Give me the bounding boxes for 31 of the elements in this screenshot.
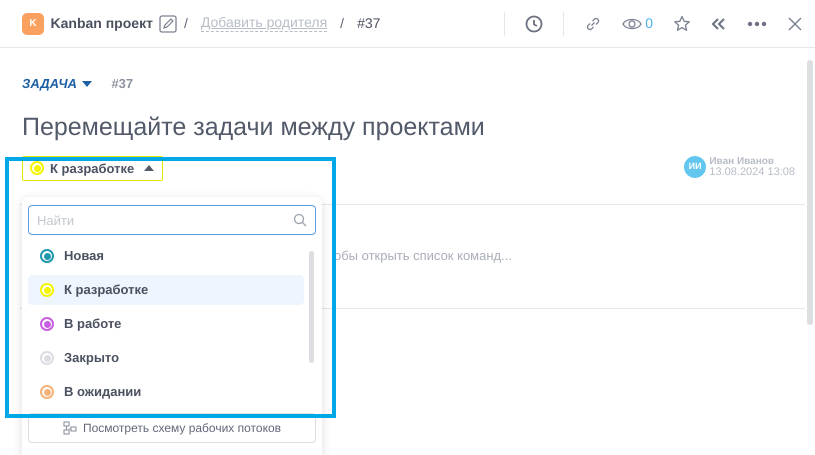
- breadcrumb-separator: /: [340, 14, 344, 33]
- status-option[interactable]: Закрыто: [28, 343, 304, 373]
- caret-icon: [82, 80, 92, 87]
- status-option[interactable]: В работе: [28, 309, 304, 339]
- watcher-count: 0: [645, 14, 653, 33]
- edit-icon[interactable]: [159, 14, 178, 32]
- more-icon[interactable]: [747, 20, 767, 26]
- search-icon: [293, 213, 307, 227]
- scrollbar[interactable]: [807, 60, 813, 325]
- status-option[interactable]: К разработке: [28, 275, 304, 305]
- scrollbar[interactable]: [309, 251, 314, 363]
- close-icon[interactable]: [787, 16, 803, 32]
- task-title[interactable]: Перемещайте задачи между проектами: [22, 112, 805, 142]
- task-number: #37: [357, 14, 380, 33]
- workflow-icon: [62, 421, 77, 435]
- project-link[interactable]: Kanban проект: [50, 13, 153, 34]
- task-type-dropdown[interactable]: ЗАДАЧА: [22, 74, 92, 94]
- status-option[interactable]: Новая: [28, 241, 304, 271]
- task-id: #37: [111, 75, 134, 93]
- created-date: 13.08.2024 13:08: [709, 166, 795, 178]
- status-option[interactable]: В ожидании: [28, 377, 304, 407]
- caret-icon: [144, 165, 154, 172]
- clock-icon[interactable]: [524, 14, 543, 32]
- author-name: Иван Иванов: [709, 156, 776, 166]
- avatar: ИИ: [684, 156, 706, 178]
- double-chevron-icon[interactable]: [711, 16, 727, 30]
- breadcrumb-separator: /: [184, 14, 188, 33]
- eye-icon[interactable]: [622, 16, 642, 30]
- search-field[interactable]: Найти: [28, 205, 316, 235]
- star-icon[interactable]: [673, 14, 691, 32]
- project-badge: K: [22, 12, 44, 34]
